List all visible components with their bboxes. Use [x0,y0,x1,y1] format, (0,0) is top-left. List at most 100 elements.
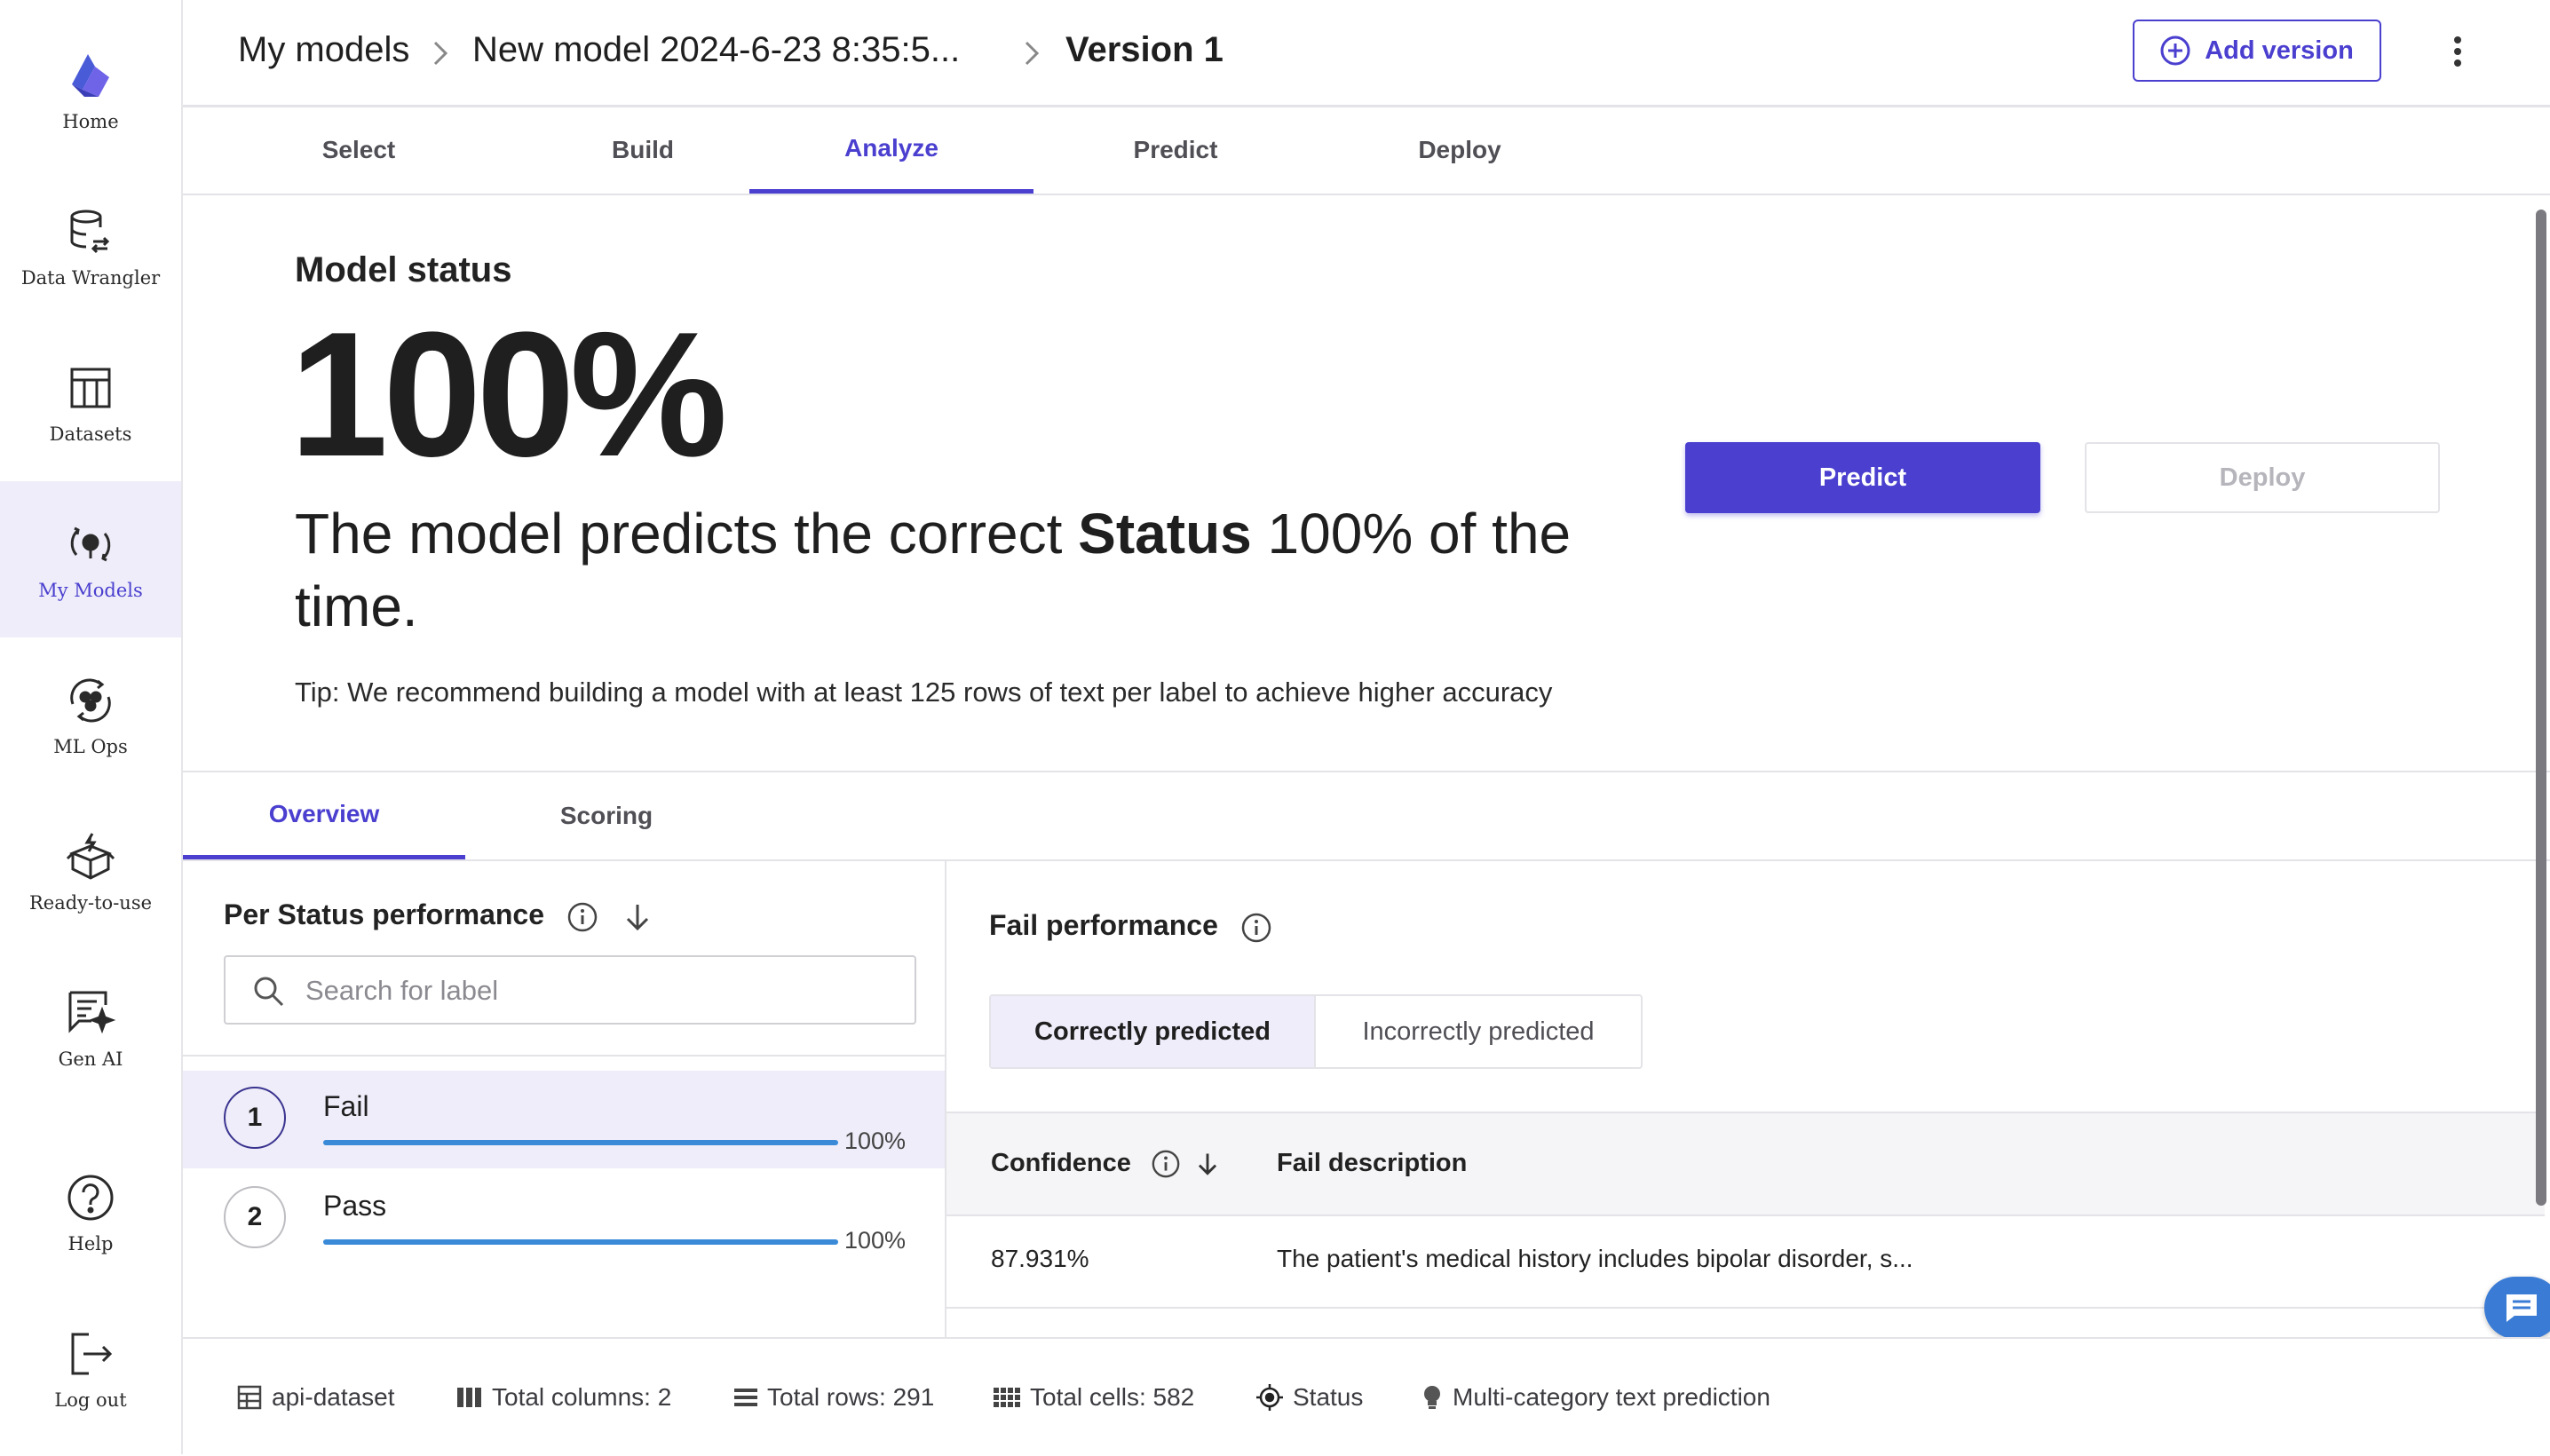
per-label-title-text: Per Status performance [224,898,545,930]
nav-label: Log out [54,1389,127,1411]
deploy-button: Deploy [2085,442,2440,513]
footer-columns: Total columns: 2 [456,1383,671,1412]
search-icon [254,977,284,1007]
predict-button[interactable]: Predict [1685,442,2040,513]
label-row-fail[interactable]: 1 Fail 100% [183,1071,945,1168]
more-options-button[interactable] [2438,32,2477,71]
prediction-toggle: Correctly predicted Incorrectly predicte… [989,994,1643,1069]
total-rows: Total rows: 291 [767,1383,935,1411]
per-label-panel: Per Status performance 1 Fail 100% 2 Pas… [183,859,946,1337]
label-name: Fail [323,1090,369,1122]
dataset-name: api-dataset [272,1383,395,1411]
label-row-pass[interactable]: 2 Pass 100% [183,1170,945,1268]
nav-label: Datasets [49,423,132,445]
label-name: Pass [323,1190,387,1222]
description-cell: The patient's medical history includes b… [1277,1245,1913,1272]
tab-overview[interactable]: Overview [183,772,465,859]
table-row[interactable]: 87.931% The patient's medical history in… [946,1215,2545,1309]
confidence-cell: 87.931% [991,1245,1089,1272]
nav-gen-ai[interactable]: Gen AI [0,950,181,1106]
accuracy-sentence: The model predicts the correct Status 10… [295,497,1680,643]
tab-deploy[interactable]: Deploy [1318,107,1602,194]
cells-icon [994,1388,1020,1407]
model-status-title: Model status [295,250,512,289]
fail-performance-title-text: Fail performance [989,909,1218,941]
logout-icon [64,1327,117,1381]
nav-help[interactable]: Help [0,1135,181,1291]
ml-ops-icon [64,674,117,727]
breadcrumb-my-models[interactable]: My models [238,30,409,70]
total-cells: Total cells: 582 [1030,1383,1195,1411]
search-input[interactable] [304,957,893,1025]
performance-bar [323,1140,838,1145]
ready-to-use-icon [64,830,117,883]
tab-predict[interactable]: Predict [1033,107,1318,194]
add-version-button[interactable]: Add version [2133,20,2381,82]
analysis-tabs: Overview Scoring [183,771,2550,861]
toggle-correctly-predicted[interactable]: Correctly predicted [991,996,1316,1067]
footer-model-type: Multi-category text prediction [1421,1383,1770,1412]
sort-arrow-down-icon[interactable] [622,901,653,933]
performance-percent: 100% [844,1227,907,1254]
chevron-right-icon [433,41,448,66]
breadcrumb-model[interactable]: New model 2024-6-23 8:35:5... [472,30,960,70]
add-version-label: Add version [2205,36,2354,65]
info-icon[interactable] [1151,1149,1181,1179]
info-icon[interactable] [1240,912,1272,944]
sort-arrow-down-icon[interactable] [1195,1150,1220,1178]
nav-label: ML Ops [53,736,128,757]
per-label-title: Per Status performance [224,898,653,933]
tip-text: Tip: We recommend building a model with … [295,677,1553,708]
chat-icon [2506,1294,2537,1322]
nav-home[interactable]: Home [0,12,181,169]
label-search[interactable] [224,955,916,1025]
nav-data-wrangler[interactable]: Data Wrangler [0,169,181,325]
table-icon [237,1385,262,1410]
nav-label: Gen AI [58,1048,123,1070]
table-header: Confidence Fail description [946,1112,2545,1216]
footer-dataset[interactable]: api-dataset [236,1383,395,1412]
data-wrangler-icon [64,205,117,258]
tab-select[interactable]: Select [217,107,501,194]
tab-scoring[interactable]: Scoring [465,772,748,859]
info-icon[interactable] [566,901,598,933]
left-nav: Home Data Wrangler Datasets My Models ML… [0,0,183,1454]
performance-bar [323,1239,838,1245]
chat-button[interactable] [2484,1277,2550,1339]
toggle-incorrectly-predicted[interactable]: Incorrectly predicted [1316,996,1641,1067]
rank-badge: 2 [224,1186,286,1248]
footer-target: Status [1255,1383,1363,1412]
columns-icon [457,1388,481,1407]
target-column: Status [1078,502,1252,566]
model-accuracy: 100% [289,296,728,494]
my-models-icon [64,518,117,571]
kebab-menu-icon [2454,36,2461,67]
nav-ml-ops[interactable]: ML Ops [0,637,181,794]
vertical-scrollbar[interactable] [2536,210,2546,1206]
nav-log-out[interactable]: Log out [0,1291,181,1447]
rank-badge: 1 [224,1087,286,1149]
datasets-icon [64,361,117,415]
tab-analyze[interactable]: Analyze [749,107,1033,194]
nav-ready-to-use[interactable]: Ready-to-use [0,794,181,950]
nav-datasets[interactable]: Datasets [0,325,181,481]
chevron-right-icon [1025,41,1040,66]
top-header: My models New model 2024-6-23 8:35:5... … [183,0,2550,107]
column-header-label: Confidence [991,1149,1131,1177]
nav-label: My Models [38,580,143,601]
target-icon [1256,1384,1283,1411]
lightbulb-icon [1424,1386,1440,1409]
nav-label: Ready-to-use [28,892,153,914]
tab-build[interactable]: Build [501,107,785,194]
nav-label: Help [67,1233,114,1254]
nav-my-models[interactable]: My Models [0,481,181,637]
footer-cells: Total cells: 582 [993,1383,1194,1412]
column-header-fail-description: Fail description [1277,1149,1468,1177]
footer-rows: Total rows: 291 [733,1383,934,1412]
column-header-confidence[interactable]: Confidence [991,1149,1220,1179]
breadcrumb-version: Version 1 [1065,30,1224,69]
help-icon [64,1171,117,1224]
plus-circle-icon [2160,36,2190,66]
nav-label: Home [62,111,119,132]
gen-ai-icon [64,986,117,1040]
